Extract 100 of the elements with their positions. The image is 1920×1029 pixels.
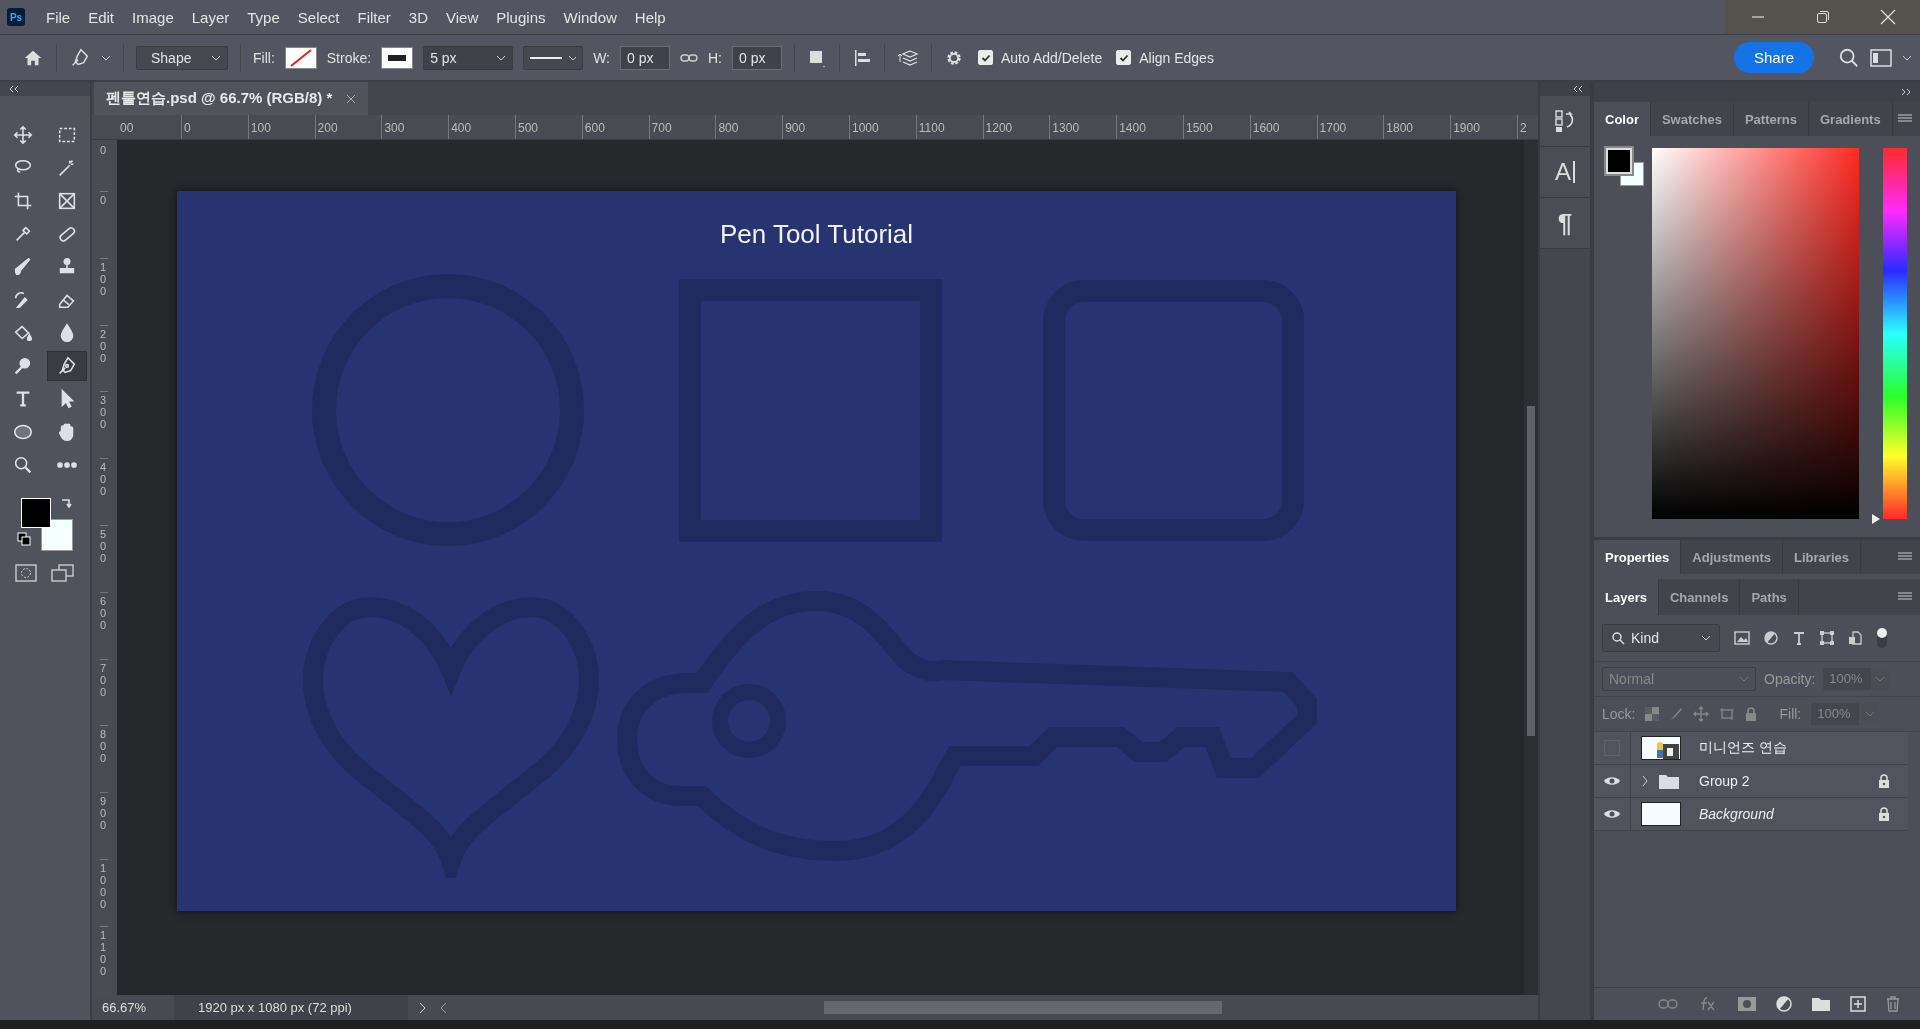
- app-logo[interactable]: Ps: [7, 8, 25, 26]
- pen-icon[interactable]: [69, 46, 91, 69]
- folder-icon: [1659, 773, 1679, 789]
- menu-item[interactable]: File: [37, 8, 80, 26]
- adjustment-layer-icon[interactable]: [1776, 996, 1792, 1012]
- slider-thumb[interactable]: [1871, 513, 1881, 525]
- checkbox[interactable]: [978, 50, 993, 65]
- default-colors-icon[interactable]: [17, 532, 31, 546]
- scrollbar-thumb[interactable]: [1527, 406, 1535, 736]
- filter-toggle[interactable]: [1876, 627, 1888, 649]
- menu-item[interactable]: Edit: [79, 8, 124, 26]
- arrange-icon[interactable]: [897, 47, 919, 68]
- ruler-label: 1000: [848, 115, 916, 139]
- stroke-width-field[interactable]: 5 px: [423, 45, 514, 70]
- ruler-label: 1300: [1049, 115, 1117, 139]
- search-icon[interactable]: [1838, 46, 1860, 69]
- line-style-dropdown[interactable]: [523, 45, 584, 70]
- checkbox-option[interactable]: Align Edges: [1116, 49, 1214, 66]
- ruler-label: 900: [782, 115, 849, 139]
- ruler-label: 700: [648, 115, 716, 139]
- layer-thumbnail: [1641, 736, 1681, 760]
- frame-icon: [56, 190, 78, 212]
- fill-label: Fill:: [1779, 706, 1802, 722]
- menu-item[interactable]: Image: [123, 8, 183, 26]
- ruler-label: 800: [715, 115, 783, 139]
- menu-item[interactable]: Plugins: [487, 8, 555, 26]
- ruler-label: 00: [119, 120, 135, 137]
- menu-icon[interactable]: [1898, 592, 1912, 602]
- type-filter-icon[interactable]: [1792, 631, 1806, 645]
- swap-icon[interactable]: [59, 496, 73, 510]
- smart-object-filter-icon[interactable]: [1848, 631, 1862, 645]
- chevron-left-icon[interactable]: [440, 1001, 448, 1014]
- tool-button[interactable]: [47, 351, 87, 381]
- checkbox[interactable]: [1116, 50, 1132, 65]
- image-filter-icon[interactable]: [1734, 631, 1750, 645]
- quick-mask-icon[interactable]: [15, 564, 37, 582]
- panel-tab[interactable]: Properties: [1594, 540, 1682, 574]
- menu-item[interactable]: Window: [554, 8, 626, 26]
- menu-icon[interactable]: [1898, 114, 1912, 124]
- collapse-icon[interactable]: [1572, 85, 1584, 93]
- fill-label: Fill:: [253, 49, 275, 66]
- paragraph-button[interactable]: ¶: [1540, 198, 1590, 249]
- ruler-label: 600: [581, 115, 649, 139]
- menu-item[interactable]: Type: [238, 8, 289, 26]
- panel-tab[interactable]: Libraries: [1783, 540, 1861, 574]
- fill-swatch[interactable]: [284, 46, 317, 69]
- ruler-label: 0: [100, 191, 108, 258]
- ruler-label: 900: [100, 792, 108, 859]
- menu-item[interactable]: Help: [625, 8, 675, 26]
- height-field[interactable]: 0 px: [732, 45, 782, 70]
- panel-tab[interactable]: Adjustments: [1681, 540, 1784, 574]
- opacity-label: Opacity:: [1764, 671, 1816, 687]
- mode-dropdown[interactable]: Shape: [136, 45, 228, 70]
- ruler-label: 0: [181, 115, 248, 139]
- zoom-icon: [12, 454, 34, 476]
- chevron-right-icon[interactable]: [1641, 775, 1649, 787]
- close-icon[interactable]: [346, 93, 357, 104]
- expand-icon[interactable]: [1900, 88, 1912, 96]
- height-label: H:: [708, 49, 722, 66]
- document-info[interactable]: 1920 px x 1080 px (72 ppi): [174, 995, 408, 1020]
- menu-icon[interactable]: [1898, 552, 1912, 562]
- ruler-label: 1700: [1316, 115, 1384, 139]
- ruler-label: 1100: [100, 925, 108, 993]
- check-icon: [1118, 52, 1129, 63]
- background-color-swatch[interactable]: [41, 519, 73, 551]
- menu-item[interactable]: Layer: [182, 8, 239, 26]
- color-field[interactable]: [1652, 148, 1859, 519]
- align-icon[interactable]: [852, 47, 872, 68]
- workspace-icon[interactable]: [1870, 48, 1892, 67]
- panel-tab[interactable]: Color: [1594, 102, 1651, 136]
- checkbox-option[interactable]: Auto Add/Delete: [978, 49, 1103, 66]
- panel-tab[interactable]: Swatches: [1650, 102, 1734, 136]
- ruler-label: 1000: [100, 858, 108, 926]
- mask-icon[interactable]: [1738, 997, 1756, 1011]
- shape-filter-icon[interactable]: [1820, 631, 1834, 645]
- lock-label: Lock:: [1602, 706, 1636, 722]
- new-layer-icon[interactable]: [1850, 996, 1866, 1012]
- folder-icon[interactable]: [1812, 997, 1830, 1011]
- zoom-level[interactable]: 66.67%: [92, 1000, 174, 1015]
- menu-item[interactable]: Filter: [348, 8, 400, 26]
- collapse-icon[interactable]: [8, 85, 20, 93]
- character-button[interactable]: A: [1540, 147, 1590, 198]
- menu-item[interactable]: View: [437, 8, 488, 26]
- panel-tab[interactable]: Patterns: [1733, 102, 1809, 136]
- panel-tab[interactable]: Gradients: [1808, 102, 1893, 136]
- scrollbar-thumb[interactable]: [824, 1001, 1222, 1014]
- stroke-swatch[interactable]: [381, 46, 414, 69]
- trash-icon[interactable]: [1886, 996, 1900, 1012]
- menu-item[interactable]: 3D: [399, 8, 438, 26]
- history-button[interactable]: [1540, 96, 1590, 147]
- adjustment-filter-icon[interactable]: [1764, 631, 1778, 645]
- chevron-right-icon[interactable]: [418, 1001, 426, 1014]
- screen-mode-icon[interactable]: [51, 564, 75, 584]
- link-icon[interactable]: [680, 51, 698, 64]
- share-button[interactable]: Share: [1733, 42, 1814, 73]
- foreground-color-swatch[interactable]: [1606, 148, 1632, 174]
- menu-item[interactable]: Select: [288, 8, 349, 26]
- document-tab[interactable]: 펜툴연습.psd @ 66.7% (RGB/8) *: [94, 82, 369, 115]
- ruler-label: 200: [100, 324, 108, 392]
- width-field[interactable]: 0 px: [620, 45, 670, 70]
